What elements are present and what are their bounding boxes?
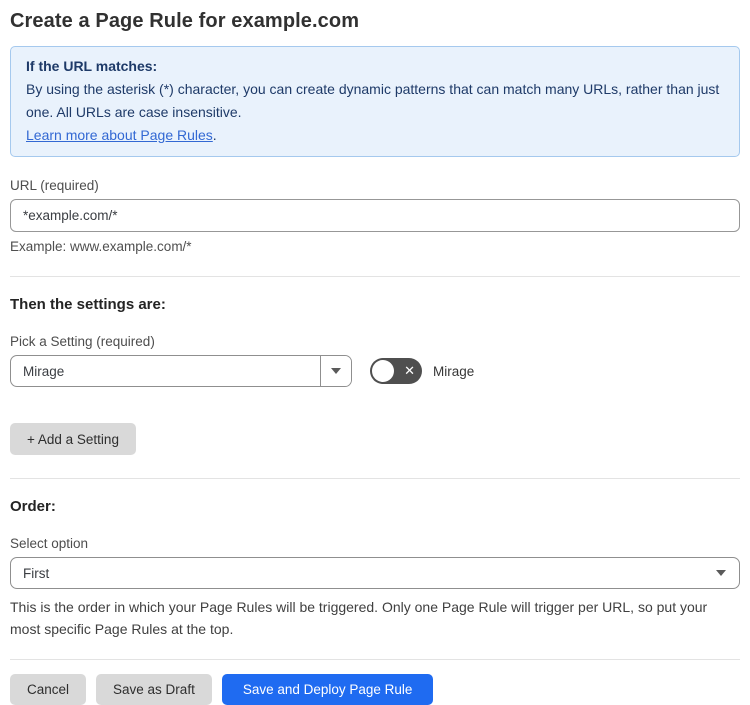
save-and-deploy-button[interactable]: Save and Deploy Page Rule [221, 674, 434, 705]
url-match-info-box: If the URL matches: By using the asteris… [10, 46, 740, 157]
order-select-label: Select option [10, 536, 89, 551]
order-section-heading: Order: [10, 498, 56, 515]
page-title: Create a Page Rule for example.com [10, 10, 360, 32]
chevron-down-icon [331, 368, 341, 374]
info-box-heading: If the URL matches: [26, 58, 158, 74]
setting-select[interactable]: Mirage [10, 355, 352, 387]
order-help-text: This is the order in which your Page Rul… [10, 599, 708, 637]
add-setting-button[interactable]: + Add a Setting [10, 423, 136, 455]
info-box-body-text: By using the asterisk (*) character, you… [26, 81, 720, 120]
save-as-draft-button[interactable]: Save as Draft [96, 674, 212, 705]
toggle-label: Mirage [433, 363, 475, 379]
order-select[interactable]: First [10, 557, 740, 589]
setting-row: Mirage ✕ Mirage [10, 355, 740, 387]
order-select-caret-area [716, 558, 739, 588]
info-box-link-line: Learn more about Page Rules. [26, 124, 724, 147]
settings-section-heading: Then the settings are: [10, 296, 166, 313]
create-page-rule-form: Create a Page Rule for example.com If th… [0, 0, 750, 705]
toggle-off-x-icon: ✕ [404, 363, 415, 379]
url-input[interactable] [10, 199, 740, 232]
url-field-label: URL (required) [10, 178, 99, 193]
chevron-down-icon [716, 570, 726, 576]
setting-select-value: Mirage [23, 363, 65, 379]
cancel-button[interactable]: Cancel [10, 674, 87, 705]
info-box-body: By using the asterisk (*) character, you… [26, 78, 724, 124]
learn-more-link[interactable]: Learn more about Page Rules [26, 127, 213, 143]
divider [10, 276, 740, 277]
toggle-knob [372, 360, 394, 382]
link-suffix: . [212, 127, 217, 143]
url-example-hint: Example: www.example.com/* [10, 239, 192, 254]
mirage-toggle[interactable]: ✕ [370, 358, 422, 384]
divider [10, 478, 740, 479]
divider [10, 659, 740, 660]
footer-buttons: Cancel Save as Draft Save and Deploy Pag… [10, 674, 740, 705]
order-select-value: First [23, 565, 50, 581]
pick-setting-label: Pick a Setting (required) [10, 334, 155, 349]
setting-select-arrow-button[interactable] [320, 356, 351, 386]
